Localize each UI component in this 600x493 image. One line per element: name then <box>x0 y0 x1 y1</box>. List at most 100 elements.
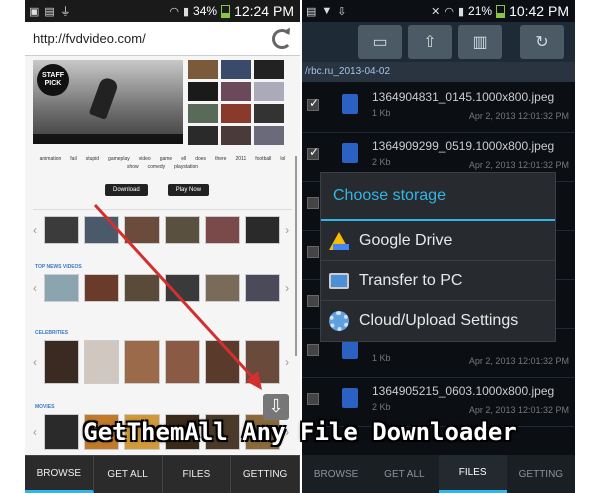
carousel-games: ‹ › <box>33 216 291 244</box>
download-arrow-icon[interactable]: ⇩ <box>263 394 289 420</box>
thumbnail[interactable] <box>43 274 80 302</box>
refresh-icon[interactable]: ↻ <box>520 25 564 59</box>
thumbnail[interactable] <box>43 216 80 244</box>
option-label: Transfer to PC <box>359 271 463 289</box>
thumbnail[interactable] <box>221 126 251 145</box>
tag[interactable]: ell <box>181 156 186 162</box>
tab-get-all[interactable]: GET ALL <box>94 456 163 493</box>
url-text[interactable]: http://fvdvideo.com/ <box>33 31 146 46</box>
chevron-right-icon[interactable]: › <box>285 223 291 237</box>
refresh-icon[interactable] <box>272 28 292 49</box>
thumbnail[interactable] <box>164 274 200 302</box>
signal-icon: ▮ <box>182 5 190 18</box>
thumbnail[interactable] <box>43 340 80 384</box>
tab-getting[interactable]: GETTING <box>507 455 575 493</box>
option-google-drive[interactable]: Google Drive <box>321 221 555 261</box>
tag[interactable]: gameplay <box>108 156 130 162</box>
tab-browse[interactable]: BROWSE <box>25 456 94 493</box>
thumbnail[interactable] <box>221 60 251 79</box>
tab-files[interactable]: FILES <box>438 455 507 493</box>
tag[interactable]: comedy <box>148 164 166 170</box>
file-size: 2 Kb <box>372 402 391 412</box>
chevron-left-icon[interactable]: ‹ <box>33 355 39 369</box>
featured-video[interactable]: STAFF PICK <box>33 60 183 144</box>
checkbox[interactable] <box>307 197 319 209</box>
thumbnail[interactable] <box>164 216 200 244</box>
thumbnail[interactable] <box>188 126 218 145</box>
section-movies: MOVIES <box>35 404 55 410</box>
tag[interactable]: animation <box>40 156 62 162</box>
address-bar[interactable]: http://fvdvideo.com/ <box>25 22 300 56</box>
tab-browse[interactable]: BROWSE <box>302 455 370 493</box>
image-notification-icon: ▤ <box>306 5 317 18</box>
tag[interactable]: lol <box>280 156 285 162</box>
tag[interactable]: playstation <box>174 164 198 170</box>
tag[interactable]: game <box>160 156 173 162</box>
folder-icon[interactable]: ▭ <box>358 25 402 59</box>
list-item[interactable]: 1364904831_0145.1000x800.jpeg 1 Kb Apr 2… <box>302 84 575 133</box>
thumbnail[interactable] <box>164 340 200 384</box>
play-now-button[interactable]: Play Now <box>167 184 210 196</box>
thumbnail[interactable] <box>124 216 160 244</box>
thumbnail[interactable] <box>244 274 281 302</box>
tag[interactable]: show <box>127 164 139 170</box>
option-cloud-settings[interactable]: Cloud/Upload Settings <box>321 301 555 341</box>
tag[interactable]: stupid <box>86 156 99 162</box>
checkbox[interactable] <box>307 295 319 307</box>
tab-get-all[interactable]: GET ALL <box>370 455 438 493</box>
tab-getting[interactable]: GETTING <box>231 456 300 493</box>
tab-files[interactable]: FILES <box>163 456 232 493</box>
thumbnail[interactable] <box>204 216 240 244</box>
thumbnail[interactable] <box>254 126 284 145</box>
trash-icon[interactable]: ▥ <box>458 25 502 59</box>
download-button[interactable]: Download <box>105 184 148 196</box>
thumbnail[interactable] <box>204 274 240 302</box>
checkbox[interactable] <box>307 96 319 111</box>
thumbnail[interactable] <box>254 60 284 79</box>
video-controls[interactable] <box>33 134 183 144</box>
thumbnail[interactable] <box>84 216 120 244</box>
thumbnail[interactable] <box>84 340 120 384</box>
checkbox[interactable] <box>307 145 319 160</box>
thumbnail[interactable] <box>124 340 160 384</box>
carousel-celebrities: ‹ › <box>33 340 291 384</box>
chevron-left-icon[interactable]: ‹ <box>33 281 39 295</box>
thumbnail[interactable] <box>84 274 120 302</box>
file-date: Apr 2, 2013 12:01:32 PM <box>468 111 569 121</box>
current-path: /rbc.ru_2013-04-02 <box>302 62 575 82</box>
chevron-right-icon[interactable]: › <box>285 281 291 295</box>
chevron-right-icon[interactable]: › <box>285 355 291 369</box>
tag-cloud: animation fail stupid gameplay video gam… <box>35 156 290 170</box>
tag[interactable]: video <box>139 156 151 162</box>
checkbox[interactable] <box>307 344 319 356</box>
chevron-left-icon[interactable]: ‹ <box>33 223 39 237</box>
thumbnail[interactable] <box>204 340 240 384</box>
thumbnail[interactable] <box>254 104 284 123</box>
file-size: 1 Kb <box>372 108 391 118</box>
checkbox[interactable] <box>307 246 319 258</box>
tag[interactable]: football <box>255 156 271 162</box>
thumbnail[interactable] <box>124 274 160 302</box>
thumbnail[interactable] <box>188 60 218 79</box>
battery-percent: 21% <box>468 4 493 18</box>
thumbnail[interactable] <box>188 82 218 101</box>
tag[interactable]: there <box>215 156 226 162</box>
divider <box>33 209 292 210</box>
tag[interactable]: does <box>195 156 206 162</box>
folder-up-icon[interactable]: ⇧ <box>408 25 452 59</box>
thumbnail[interactable] <box>221 82 251 101</box>
wifi-icon: ◠ <box>169 5 179 18</box>
thumbnail[interactable] <box>221 104 251 123</box>
tag[interactable]: 2011 <box>235 156 246 162</box>
image-file-icon <box>342 94 358 114</box>
thumbnail[interactable] <box>254 82 284 101</box>
option-transfer-to-pc[interactable]: Transfer to PC <box>321 261 555 301</box>
tag[interactable]: fail <box>70 156 76 162</box>
image-file-icon <box>342 388 358 408</box>
carousel-top-news: ‹ › <box>33 274 291 302</box>
checkbox[interactable] <box>307 393 319 405</box>
thumbnail[interactable] <box>244 340 281 384</box>
thumbnail[interactable] <box>188 104 218 123</box>
thumbnail[interactable] <box>244 216 281 244</box>
scrollbar[interactable] <box>295 156 297 356</box>
